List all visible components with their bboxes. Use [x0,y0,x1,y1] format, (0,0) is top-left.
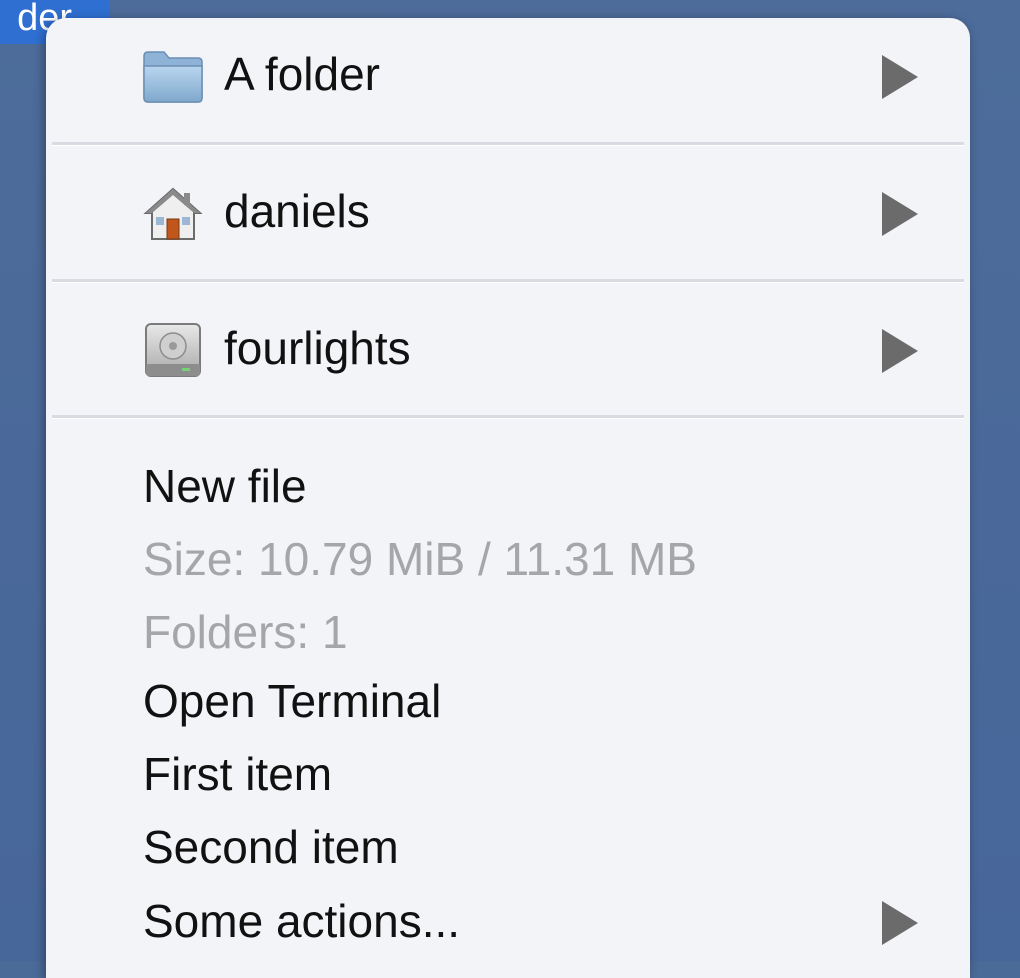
menu-item-some-actions[interactable]: Some actions... [143,891,460,951]
menu-item-label: daniels [224,185,370,237]
menu-item-fourlights[interactable]: fourlights [46,292,970,412]
menu-item-a-folder[interactable]: A folder [46,18,970,138]
submenu-arrow-icon [882,329,918,373]
menu-item-label: fourlights [224,322,411,374]
menu-separator [52,415,964,419]
menu-item-new-file[interactable]: New file [143,456,307,516]
menu-separator [52,279,964,283]
submenu-arrow-icon [882,192,918,236]
menu-item-size-info: Size: 10.79 MiB / 11.31 MB [143,533,697,585]
menu-item-daniels[interactable]: daniels [46,155,970,275]
menu-item-folders-info: Folders: 1 [143,606,348,658]
context-menu: A folder daniels fourlights New file Siz… [46,18,970,978]
menu-item-first-item[interactable]: First item [143,744,332,804]
menu-separator [52,142,964,146]
folder-icon [142,48,204,104]
menu-item-second-item[interactable]: Second item [143,817,399,877]
submenu-arrow-icon [882,901,918,945]
hard-drive-icon [142,322,204,378]
home-icon [142,185,204,241]
menu-item-label: A folder [224,48,380,100]
submenu-arrow-icon [882,55,918,99]
menu-item-open-terminal[interactable]: Open Terminal [143,671,441,731]
